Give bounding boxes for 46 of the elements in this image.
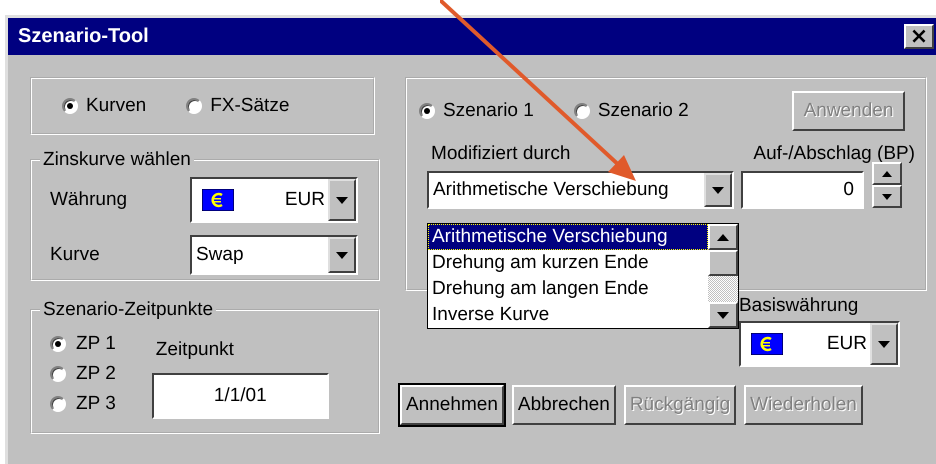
radio-button[interactable]: ZP 3 xyxy=(50,393,116,415)
up-arrow-icon xyxy=(882,170,892,176)
group-title: Zinskurve wählen xyxy=(42,149,192,171)
dropdown-button[interactable] xyxy=(328,179,356,221)
field-label: Basiswährung xyxy=(739,295,860,317)
method-dropdown[interactable]: Arithmetische Verschiebung xyxy=(427,171,734,209)
spin-down-button[interactable] xyxy=(872,185,902,208)
radio-button[interactable]: Kurven xyxy=(62,95,146,117)
caret-icon xyxy=(336,196,348,204)
window-title: Szenario-Tool xyxy=(18,25,149,48)
dialog-button[interactable]: Annehmen xyxy=(400,385,504,425)
dropdown-button[interactable] xyxy=(870,323,898,365)
field-label: Kurve xyxy=(50,244,100,266)
down-arrow-icon xyxy=(717,312,729,318)
dropdown-button[interactable] xyxy=(328,237,356,273)
curve-dropdown[interactable]: Swap xyxy=(190,235,358,275)
caret-icon xyxy=(712,186,724,194)
down-arrow-icon xyxy=(882,194,892,200)
list-item[interactable]: Arithmetische Verschiebung xyxy=(428,224,708,250)
caret-icon xyxy=(878,340,890,348)
spin-up-button[interactable] xyxy=(872,162,902,185)
radio-button[interactable]: ZP 1 xyxy=(50,333,116,355)
caret-icon xyxy=(336,252,348,258)
dropdown-button[interactable] xyxy=(704,173,732,207)
currency-icon xyxy=(202,189,234,211)
radio-button[interactable]: FX-Sätze xyxy=(186,95,290,117)
field-label: Währung xyxy=(50,189,128,211)
currency-dropdown[interactable]: EUR xyxy=(739,321,900,367)
list-item[interactable]: Drehung am kurzen Ende xyxy=(428,250,708,276)
group-title: Szenario-Zeitpunkte xyxy=(42,299,214,321)
field-label: Auf-/Abschlag (BP) xyxy=(753,143,915,165)
currency-icon xyxy=(751,333,783,355)
list-item[interactable]: Inverse Kurve xyxy=(428,302,708,328)
number-field[interactable]: 0 xyxy=(741,171,864,209)
up-arrow-icon xyxy=(717,234,729,240)
radio-button[interactable]: ZP 2 xyxy=(50,363,116,385)
scrollbar[interactable] xyxy=(708,224,738,328)
radio-button[interactable]: Szenario 2 xyxy=(574,100,689,122)
currency-dropdown[interactable]: EUR xyxy=(190,177,358,223)
field-label: Modifiziert durch xyxy=(431,143,570,165)
dialog-button[interactable]: Abbrechen xyxy=(512,385,616,425)
close-button[interactable]: × xyxy=(904,24,934,49)
date-field[interactable]: 1/1/01 xyxy=(152,373,329,419)
field-label: Zeitpunkt xyxy=(156,339,235,361)
list-item[interactable]: Drehung am langen Ende xyxy=(428,276,708,302)
radio-button[interactable]: Szenario 1 xyxy=(419,100,534,122)
